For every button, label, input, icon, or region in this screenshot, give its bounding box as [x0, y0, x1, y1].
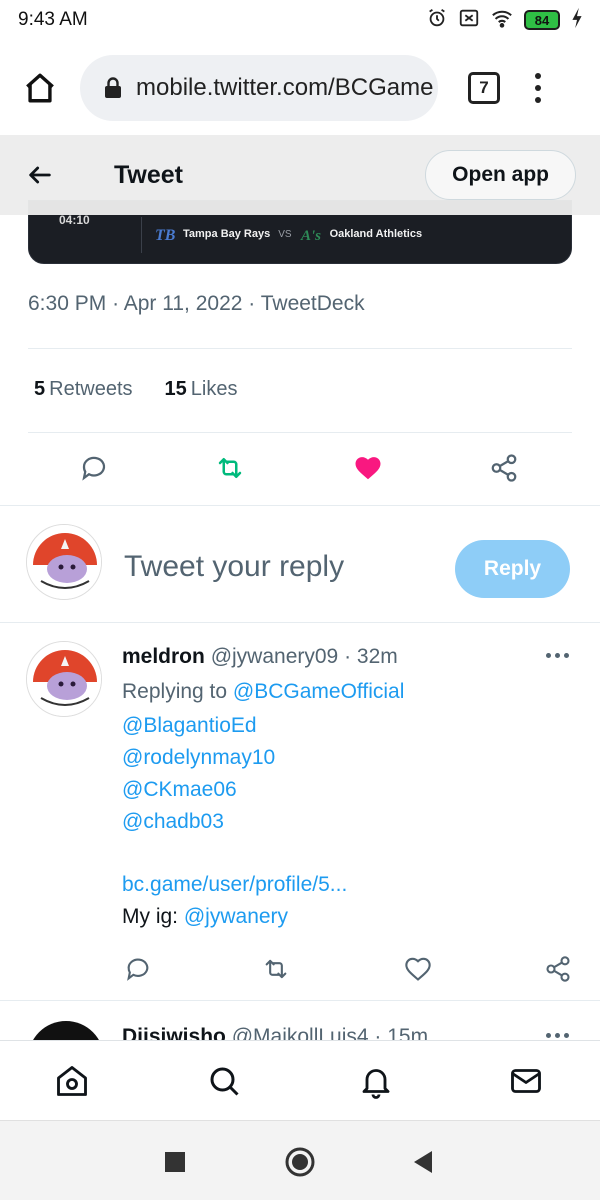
author-handle[interactable]: @jywanery09	[211, 645, 339, 668]
reply-action-bar	[122, 953, 582, 983]
recents-square-icon[interactable]	[160, 1147, 190, 1177]
reply-compose-row: Tweet your reply Reply	[0, 505, 600, 623]
retweet-icon[interactable]	[260, 953, 292, 985]
home-circle-icon[interactable]	[285, 1147, 315, 1177]
share-icon[interactable]	[542, 953, 574, 985]
retweets-count: 5	[34, 378, 46, 400]
tweet-page-header: Tweet Open app	[0, 135, 600, 215]
away-team-name: Oakland Athletics	[329, 228, 423, 240]
open-app-button[interactable]: Open app	[425, 150, 576, 200]
divider	[28, 432, 572, 433]
browser-menu-button[interactable]	[526, 68, 550, 108]
bottom-navigation	[0, 1040, 600, 1120]
mention-link[interactable]: @BlagantioEd	[122, 714, 257, 738]
tweet-action-bar	[28, 448, 572, 488]
reply-button[interactable]: Reply	[455, 540, 570, 598]
retweet-icon[interactable]	[214, 452, 246, 484]
retweets-stat[interactable]: 5 Retweets	[34, 378, 133, 401]
wifi-icon	[490, 7, 514, 34]
avatar[interactable]	[28, 1021, 104, 1041]
author-handle[interactable]: @MaikollLuis4	[232, 1025, 369, 1041]
media-divider	[141, 217, 142, 253]
alarm-icon	[426, 7, 448, 34]
likes-label: Likes	[190, 378, 238, 400]
reply-icon[interactable]	[122, 953, 154, 985]
home-team-name: Tampa Bay Rays	[183, 228, 271, 240]
retweets-label: Retweets	[49, 378, 133, 400]
back-triangle-icon[interactable]	[408, 1147, 438, 1177]
media-matchup: TB Tampa Bay Rays VS A's Oakland Athleti…	[153, 223, 422, 245]
status-bar: 9:43 AM 84	[0, 0, 600, 40]
tweet-stats: 5 Retweets 15 Likes	[34, 378, 237, 401]
tweet-source[interactable]: TweetDeck	[261, 292, 365, 315]
notifications-bell-icon[interactable]	[356, 1061, 396, 1101]
avatar[interactable]	[26, 641, 102, 717]
battery-icon: 84	[524, 10, 560, 30]
mention-link[interactable]: @chadb03	[122, 810, 224, 834]
page-title: Tweet	[114, 160, 183, 189]
messages-mail-icon[interactable]	[506, 1061, 546, 1101]
like-icon[interactable]	[352, 452, 384, 484]
athletics-logo-icon: A's	[300, 223, 322, 245]
charging-icon	[570, 7, 584, 34]
next-tweet-header: Djisiwisho @MaikollLuis4 · 15m	[122, 1025, 428, 1041]
meta-separator: ·	[344, 645, 357, 668]
url-text: mobile.twitter.com/BCGame	[136, 73, 434, 101]
divider	[28, 348, 572, 349]
search-icon[interactable]	[204, 1061, 244, 1101]
status-icons: 84	[426, 7, 584, 34]
replying-to-line: Replying to @BCGameOfficial	[122, 680, 404, 704]
versus-label: VS	[278, 228, 292, 240]
reply-input[interactable]: Tweet your reply	[124, 550, 344, 584]
home-button[interactable]	[12, 60, 68, 116]
meta-separator: ·	[374, 1025, 388, 1041]
back-arrow-icon[interactable]	[26, 159, 58, 191]
lock-icon	[104, 76, 122, 99]
system-navigation-bar	[0, 1120, 600, 1200]
share-icon[interactable]	[488, 452, 520, 484]
ig-label: My ig:	[122, 905, 179, 928]
address-bar[interactable]: mobile.twitter.com/BCGame	[80, 54, 438, 121]
ig-line: My ig: @jywanery	[122, 905, 288, 929]
browser-toolbar: mobile.twitter.com/BCGame 7	[0, 40, 600, 135]
tweet-age[interactable]: 32m	[357, 645, 398, 668]
tweet-time[interactable]: 6:30 PM	[28, 292, 106, 315]
tweet-age[interactable]: 15m	[387, 1025, 428, 1041]
more-options-icon[interactable]	[546, 653, 569, 658]
reply-tweet-header: meldron @jywanery09 · 32m	[122, 645, 398, 669]
svg-text:TB: TB	[155, 227, 175, 244]
avatar[interactable]	[26, 524, 102, 600]
rays-logo-icon: TB	[153, 223, 175, 245]
notification-icon	[458, 7, 480, 34]
likes-count: 15	[164, 378, 187, 400]
likes-stat[interactable]: 15 Likes	[165, 378, 238, 401]
profile-link[interactable]: bc.game/user/profile/5...	[122, 873, 347, 897]
mention-link[interactable]: @CKmae06	[122, 778, 237, 802]
next-tweet[interactable]: Djisiwisho @MaikollLuis4 · 15m	[0, 1001, 600, 1041]
tweet-date[interactable]: Apr 11, 2022	[124, 292, 243, 315]
reply-icon[interactable]	[78, 452, 110, 484]
home-icon	[26, 73, 54, 102]
reply-tweet[interactable]: meldron @jywanery09 · 32m Replying to @B…	[0, 623, 600, 1001]
author-name[interactable]: meldron	[122, 645, 205, 668]
meta-separator: ·	[248, 292, 261, 315]
mention-link[interactable]: @rodelynmay10	[122, 746, 275, 770]
home-nav-icon[interactable]	[52, 1061, 92, 1101]
svg-text:A's: A's	[300, 228, 321, 244]
status-time: 9:43 AM	[18, 9, 88, 30]
author-name[interactable]: Djisiwisho	[122, 1025, 226, 1041]
media-timestamp: 04:10	[59, 213, 90, 227]
meta-separator: ·	[112, 292, 124, 315]
mention-link[interactable]: @BCGameOfficial	[233, 680, 404, 703]
tab-switcher-button[interactable]: 7	[468, 71, 500, 104]
like-icon[interactable]	[402, 953, 434, 985]
ig-handle-link[interactable]: @jywanery	[184, 905, 288, 928]
replying-to-label: Replying to	[122, 680, 228, 703]
tweet-timestamp: 6:30 PM · Apr 11, 2022 · TweetDeck	[28, 292, 365, 316]
more-options-icon[interactable]	[546, 1033, 569, 1038]
